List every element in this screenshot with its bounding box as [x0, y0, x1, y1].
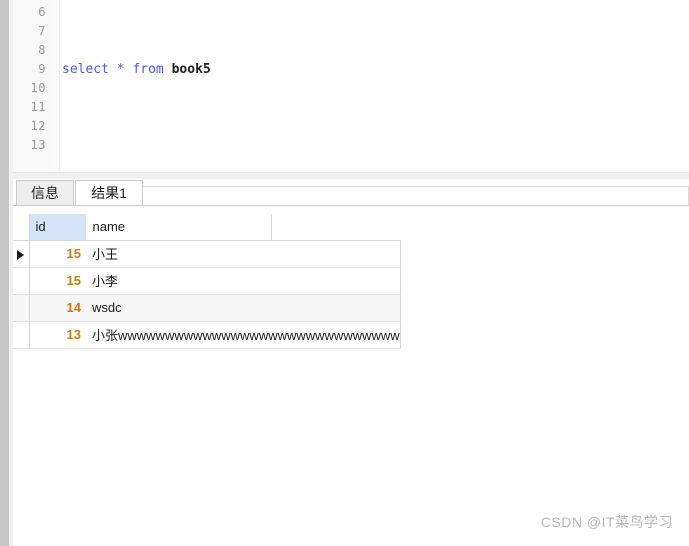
line-number: 9 — [38, 62, 46, 76]
column-header-name[interactable]: name — [86, 214, 401, 241]
cell-name[interactable]: 小张wwwwwwwwwwwwwwwwwwwwwwwwwwwwww — [86, 321, 401, 349]
row-marker-header — [13, 214, 30, 241]
column-header-id[interactable]: id — [29, 214, 87, 241]
cell-name[interactable]: wsdc — [86, 294, 401, 322]
sql-token-identifier: book5 — [171, 62, 211, 77]
cell-id[interactable]: 13 — [29, 321, 86, 349]
grid-header-right-edge — [271, 214, 272, 241]
editor-code-lines[interactable]: 6 7 8 9 select * from book5 10 11 12 13 — [13, 3, 689, 155]
current-row-arrow-icon — [17, 249, 25, 260]
cell-name[interactable]: 小李 — [86, 267, 401, 295]
sql-token-plain — [164, 62, 172, 77]
editor-line[interactable]: 11 — [13, 98, 689, 117]
line-number: 6 — [38, 5, 46, 19]
table-row[interactable]: 14 wsdc — [13, 294, 401, 322]
editor-line[interactable]: 8 — [13, 41, 689, 60]
result-grid-body[interactable]: 15 小王 15 小李 14 wsdc 13 小张wwwwwwwwwwwwwwwwwwwwww… — [13, 240, 401, 349]
sql-token-keyword: from — [132, 62, 164, 77]
line-number: 12 — [30, 119, 46, 133]
sql-client-window: 6 7 8 9 select * from book5 10 11 12 13 信息 结果1 i… — [0, 0, 689, 546]
line-number: 8 — [38, 43, 46, 57]
cell-id[interactable]: 14 — [29, 294, 86, 322]
csdn-watermark: CSDN @IT菜鸟学习 — [540, 514, 673, 530]
table-row[interactable]: 15 小王 — [13, 240, 401, 268]
tab-info[interactable]: 信息 — [16, 180, 74, 206]
result-grid-area[interactable]: id name 15 小王 15 小李 14 wsdc 13 小张wwwwwwwwwwwwww… — [13, 206, 689, 546]
editor-line[interactable]: 13 — [13, 136, 689, 155]
cell-id[interactable]: 15 — [29, 267, 86, 295]
tabbar-filler — [143, 186, 689, 205]
row-marker-cell[interactable] — [13, 294, 30, 322]
line-number: 13 — [30, 138, 46, 152]
window-left-strip — [0, 0, 9, 546]
line-number: 7 — [38, 24, 46, 38]
sql-editor[interactable]: 6 7 8 9 select * from book5 10 11 12 13 — [13, 0, 689, 172]
sql-token-operator: * — [116, 62, 125, 77]
editor-line[interactable]: 9 select * from book5 — [13, 60, 689, 79]
header-row: id name — [13, 214, 401, 241]
editor-line[interactable]: 6 — [13, 3, 689, 22]
row-marker-cell[interactable] — [13, 267, 30, 295]
row-marker-cell[interactable] — [13, 240, 30, 268]
line-number: 10 — [30, 81, 46, 95]
cell-name[interactable]: 小王 — [86, 240, 401, 268]
editor-line-code[interactable]: select * from book5 — [62, 60, 211, 79]
result-grid[interactable]: id name 15 小王 15 小李 14 wsdc 13 小张wwwwwwwwwwwwww… — [13, 214, 401, 349]
sql-token-keyword: select — [62, 62, 109, 77]
editor-line[interactable]: 10 — [13, 79, 689, 98]
sql-token-plain — [109, 62, 117, 77]
line-number: 11 — [30, 100, 46, 114]
editor-line[interactable]: 12 — [13, 117, 689, 136]
results-tabbar: 信息 结果1 — [13, 179, 689, 206]
table-row[interactable]: 15 小李 — [13, 267, 401, 295]
editor-line[interactable]: 7 — [13, 22, 689, 41]
result-grid-header: id name — [13, 214, 401, 241]
tab-result1[interactable]: 结果1 — [75, 180, 143, 206]
cell-id[interactable]: 15 — [29, 240, 86, 268]
table-row[interactable]: 13 小张wwwwwwwwwwwwwwwwwwwwwwwwwwwwww — [13, 321, 401, 349]
row-marker-cell[interactable] — [13, 321, 30, 349]
